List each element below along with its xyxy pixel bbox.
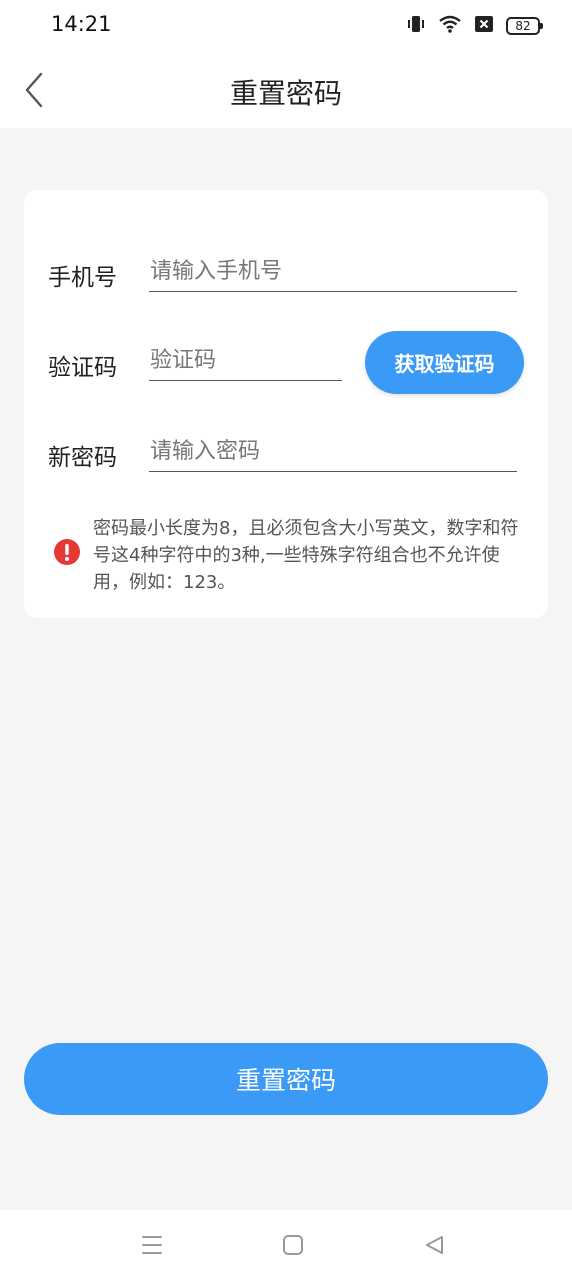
password-label: 新密码	[48, 445, 117, 471]
home-icon	[283, 1235, 303, 1255]
status-icons: 82	[406, 14, 543, 38]
nav-header: 重置密码	[0, 52, 572, 128]
back-triangle-icon	[426, 1236, 443, 1254]
wifi-icon	[438, 14, 462, 38]
reset-form-card: 手机号 验证码 获取验证码 新密码 密码最小长度为8，且必须包含大小写英文，数字…	[24, 190, 548, 618]
verification-code-input[interactable]	[149, 341, 342, 381]
new-password-input[interactable]	[149, 432, 517, 472]
vibrate-icon	[406, 14, 426, 38]
get-code-button[interactable]: 获取验证码	[365, 331, 524, 394]
home-button[interactable]	[278, 1230, 308, 1260]
status-bar: 14:21 82	[0, 0, 572, 52]
no-sim-icon	[474, 15, 494, 37]
exclamation-icon	[53, 538, 81, 566]
password-rule-hint: 密码最小长度为8，且必须包含大小写英文，数字和符号这4种字符中的3种,一些特殊字…	[93, 518, 519, 593]
system-nav-bar	[0, 1210, 572, 1280]
nav-back-button[interactable]	[419, 1230, 449, 1260]
page-title: 重置密码	[229, 77, 342, 110]
phone-label: 手机号	[48, 265, 117, 291]
menu-icon	[142, 1236, 162, 1254]
status-time: 14:21	[51, 12, 112, 36]
battery-icon: 82	[506, 17, 543, 35]
phone-input[interactable]	[149, 252, 517, 292]
code-label: 验证码	[48, 355, 117, 381]
reset-password-button[interactable]: 重置密码	[24, 1043, 548, 1115]
menu-button[interactable]	[137, 1230, 167, 1260]
